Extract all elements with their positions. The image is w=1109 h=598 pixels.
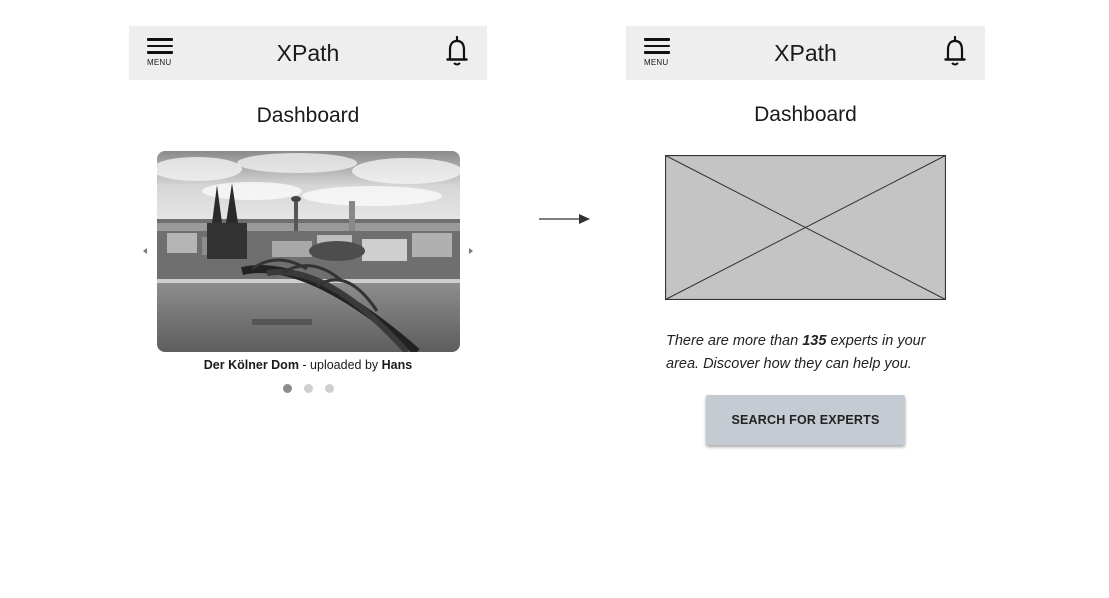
caption-title: Der Kölner Dom — [203, 358, 299, 372]
image-placeholder — [664, 154, 947, 301]
carousel-dot[interactable] — [303, 384, 313, 393]
carousel-image[interactable] — [157, 151, 460, 352]
image-caption: Der Kölner Dom - uploaded by Hans — [129, 358, 487, 372]
info-before: There are more than — [666, 333, 803, 349]
app-bar: MENU XPath — [129, 26, 487, 80]
app-bar: MENU XPath — [626, 26, 985, 80]
experts-count: 135 — [802, 333, 827, 349]
image-carousel — [129, 151, 487, 352]
search-for-experts-button[interactable]: SEARCH FOR EXPERTS — [706, 395, 905, 445]
right-screen: MENU XPath Dashboard There are more than… — [626, 26, 985, 445]
left-screen: MENU XPath Dashboard Der Kölner Dom - up… — [129, 26, 487, 398]
page-title: Dashboard — [754, 103, 857, 126]
carousel-dot[interactable] — [324, 384, 334, 393]
caption-middle: - uploaded by — [298, 358, 382, 372]
carousel-dot[interactable] — [282, 384, 292, 393]
caret-right-icon[interactable] — [465, 243, 477, 259]
right-arrow-icon — [539, 214, 590, 224]
caret-left-icon[interactable] — [139, 243, 151, 259]
carousel-dots — [129, 380, 487, 398]
caption-author[interactable]: Hans — [382, 358, 413, 372]
bell-icon[interactable] — [943, 35, 967, 67]
cologne-cathedral-photo — [157, 151, 460, 352]
page-title: Dashboard — [256, 104, 360, 127]
experts-info-text: There are more than 135 experts in your … — [666, 330, 956, 376]
app-title: XPath — [774, 40, 837, 66]
bell-icon[interactable] — [445, 35, 469, 67]
app-title: XPath — [276, 40, 340, 66]
